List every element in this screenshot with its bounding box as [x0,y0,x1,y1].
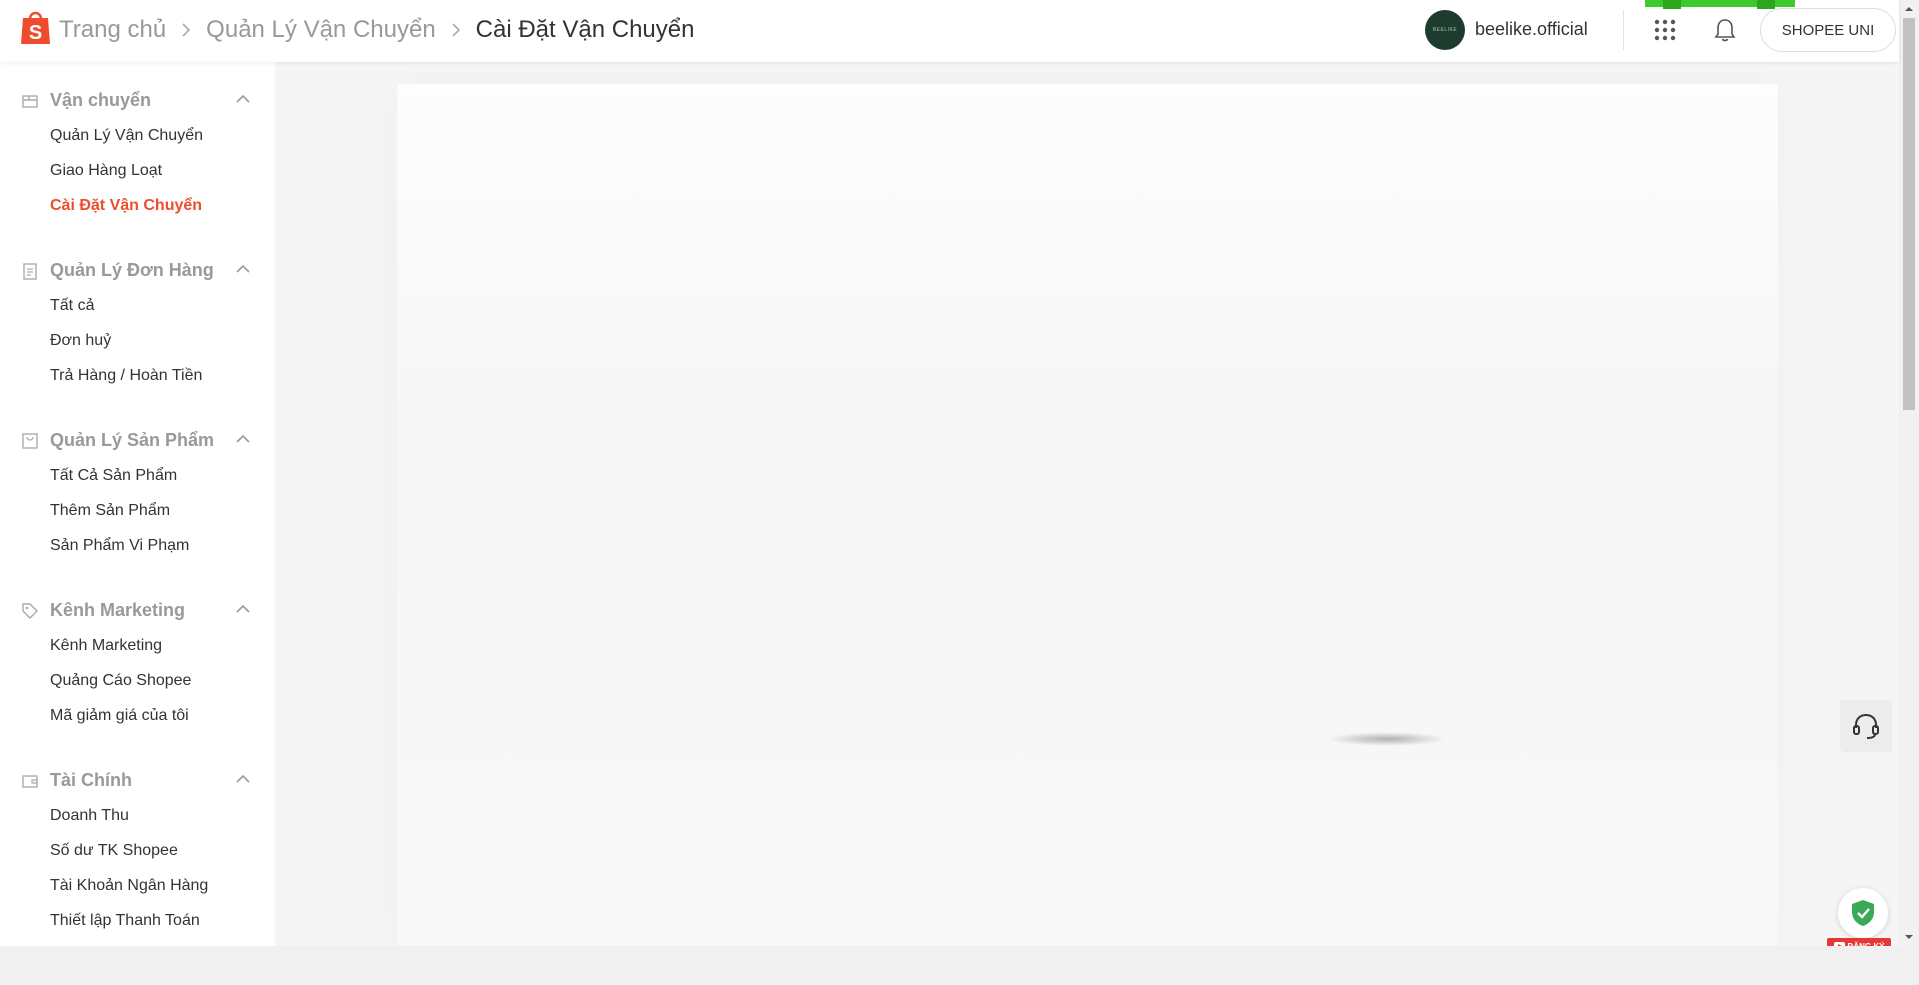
sidebar-section-finance: Tài Chính Doanh Thu Số dư TK Shopee Tài … [0,762,275,938]
chevron-right-icon [166,23,206,37]
sidebar-section-marketing: Kênh Marketing Kênh Marketing Quảng Cáo … [0,592,275,733]
support-chat-button[interactable] [1840,700,1892,752]
sidebar-item-income[interactable]: Doanh Thu [0,798,275,833]
sidebar-section-title: Quản Lý Đơn Hàng [50,259,214,280]
sidebar-section-header[interactable]: Tài Chính [0,762,275,798]
chevron-up-icon[interactable] [236,604,250,614]
sidebar-item-mass-ship[interactable]: Giao Hàng Loạt [0,153,275,188]
sidebar-item-returns-refunds[interactable]: Trả Hàng / Hoàn Tiền [0,358,275,393]
chevron-up-icon[interactable] [236,94,250,104]
scroll-down-arrow-icon[interactable] [1904,932,1914,942]
sidebar-item-marketing-centre[interactable]: Kênh Marketing [0,628,275,663]
green-overlay-bar [1645,0,1795,9]
sidebar-section-header[interactable]: Quản Lý Sản Phẩm [0,422,275,458]
bag-icon [22,433,38,449]
sidebar-section-header[interactable]: Quản Lý Đơn Hàng [0,252,275,288]
sidebar-section-products: Quản Lý Sản Phẩm Tất Cả Sản Phẩm Thêm Sả… [0,422,275,563]
bell-icon[interactable] [1713,17,1737,43]
sidebar-section-header[interactable]: Kênh Marketing [0,592,275,628]
breadcrumb-shipping-management[interactable]: Quản Lý Vận Chuyển [206,16,436,44]
loading-content-panel [397,84,1778,946]
sidebar-section-title: Kênh Marketing [50,599,186,620]
bottom-strip [0,946,1919,985]
svg-text:S: S [29,22,42,44]
sidebar-section-title: Quản Lý Sản Phẩm [50,429,215,450]
sidebar-item-shopee-ads[interactable]: Quảng Cáo Shopee [0,663,275,698]
breadcrumb: Trang chủ Quản Lý Vận Chuyển Cài Đặt Vận… [59,0,694,60]
sidebar-item-all-orders[interactable]: Tất cả [0,288,275,323]
shield-check-icon [1852,900,1874,926]
chevron-up-icon[interactable] [236,774,250,784]
content-placeholder [1327,732,1447,746]
sidebar-item-add-product[interactable]: Thêm Sản Phẩm [0,493,275,528]
truck-box-icon [22,95,38,108]
sidebar-item-violating-products[interactable]: Sản Phẩm Vi Phạm [0,528,275,563]
main-content [275,62,1899,946]
sidebar-item-shipping-settings[interactable]: Cài Đặt Vận Chuyển [0,188,275,223]
sidebar: Vận chuyển Quản Lý Vận Chuyển Giao Hàng … [0,62,275,946]
avatar-text: BEELIKE [1432,27,1458,33]
chevron-up-icon[interactable] [236,264,250,274]
top-header: S Trang chủ Quản Lý Vận Chuyển Cài Đặt V… [0,0,1899,62]
chevron-up-icon[interactable] [236,434,250,444]
shopee-uni-button[interactable]: SHOPEE UNI [1760,8,1896,52]
clipboard-icon [23,263,37,280]
account-username[interactable]: beelike.official [1475,19,1588,40]
apps-grid-icon[interactable] [1653,18,1677,42]
sidebar-section-title: Vận chuyển [50,89,152,110]
sidebar-section-header[interactable]: Vận chuyển [0,82,275,118]
sidebar-section-title: Tài Chính [50,769,132,790]
sidebar-section-shipping: Vận chuyển Quản Lý Vận Chuyển Giao Hàng … [0,82,275,223]
sidebar-item-my-vouchers[interactable]: Mã giảm giá của tôi [0,698,275,733]
sidebar-item-shopee-balance[interactable]: Số dư TK Shopee [0,833,275,868]
header-divider [1623,10,1624,50]
sidebar-section-orders: Quản Lý Đơn Hàng Tất cả Đơn huỷ Trả Hàng… [0,252,275,393]
sidebar-item-shipping-management[interactable]: Quản Lý Vận Chuyển [0,118,275,153]
scroll-up-arrow-icon[interactable] [1904,4,1914,14]
headset-icon [1853,713,1879,739]
avatar[interactable]: BEELIKE [1425,10,1465,50]
breadcrumb-home[interactable]: Trang chủ [59,16,166,44]
sidebar-item-bank-accounts[interactable]: Tài Khoản Ngân Hàng [0,868,275,903]
breadcrumb-current-page: Cài Đặt Vận Chuyển [475,16,695,43]
sidebar-item-payment-settings[interactable]: Thiết lập Thanh Toán [0,903,275,938]
wallet-icon [22,775,38,788]
sidebar-item-all-products[interactable]: Tất Cả Sản Phẩm [0,458,275,493]
sidebar-item-cancelled-orders[interactable]: Đơn huỷ [0,323,275,358]
scrollbar-thumb[interactable] [1903,18,1915,410]
shopee-logo-icon[interactable]: S [19,8,52,46]
page-scrollbar[interactable] [1899,0,1919,946]
chevron-right-icon [436,23,476,37]
tag-icon [22,603,38,619]
security-shield-button[interactable] [1838,888,1888,938]
